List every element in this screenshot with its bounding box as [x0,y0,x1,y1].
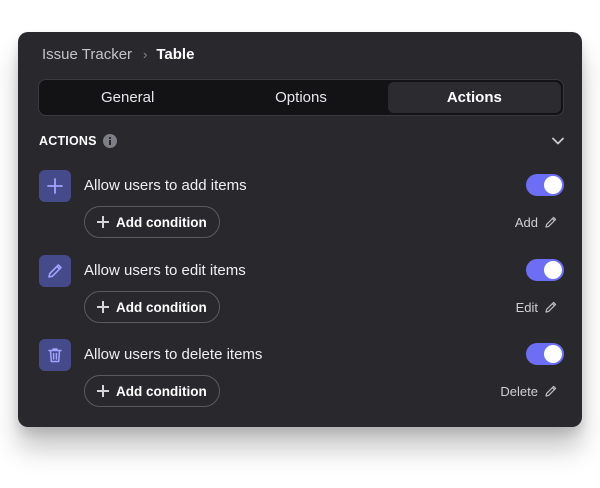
action-row-add: Allow users to add items Add condition A… [39,170,566,240]
breadcrumb-current: Table [156,45,195,63]
tab-general[interactable]: General [41,82,214,113]
section-title: ACTIONS [39,134,97,148]
edit-delete-action-button[interactable]: Delete [500,383,558,399]
edit-add-action-button[interactable]: Add [515,214,558,230]
tab-options[interactable]: Options [214,82,387,113]
add-items-toggle[interactable] [526,174,564,196]
plus-icon [97,301,109,313]
tab-bar: General Options Actions [38,79,564,116]
breadcrumb-separator: › [143,46,148,62]
add-condition-label: Add condition [116,383,207,399]
add-condition-label: Add condition [116,214,207,230]
pencil-icon [39,255,71,287]
pencil-icon [544,215,558,229]
toggle-knob [544,261,562,279]
action-label-delete: Allow users to delete items [84,346,263,363]
chevron-down-icon[interactable] [550,133,566,149]
tab-actions[interactable]: Actions [387,82,561,113]
edit-link-label: Delete [500,383,538,399]
add-condition-button[interactable]: Add condition [84,291,220,323]
delete-items-toggle[interactable] [526,343,564,365]
add-condition-button[interactable]: Add condition [84,375,220,407]
action-label-add: Allow users to add items [84,177,247,194]
plus-icon [97,385,109,397]
action-label-edit: Allow users to edit items [84,262,246,279]
pencil-icon [544,384,558,398]
edit-items-toggle[interactable] [526,259,564,281]
actions-section-header: ACTIONS [39,132,566,150]
plus-icon [39,170,71,202]
add-condition-label: Add condition [116,299,207,315]
toggle-knob [544,345,562,363]
info-icon[interactable] [102,134,117,148]
add-condition-button[interactable]: Add condition [84,206,220,238]
trash-icon [39,339,71,371]
edit-link-label: Edit [515,299,538,315]
action-row-delete: Allow users to delete items Add conditio… [39,339,566,409]
actions-settings-panel: Issue Tracker › Table General Options Ac… [18,32,582,427]
breadcrumb: Issue Tracker › Table [42,45,194,63]
toggle-knob [544,176,562,194]
action-row-edit: Allow users to edit items Add condition … [39,255,566,325]
edit-link-label: Add [514,214,538,230]
plus-icon [97,216,109,228]
edit-edit-action-button[interactable]: Edit [516,299,558,315]
breadcrumb-parent[interactable]: Issue Tracker [42,46,132,63]
pencil-icon [544,300,558,314]
